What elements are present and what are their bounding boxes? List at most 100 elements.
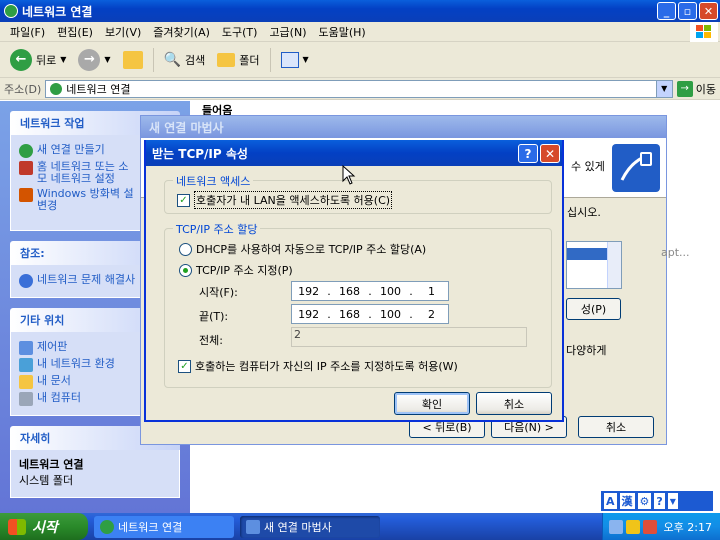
help-icon[interactable]: ? (654, 493, 665, 509)
place-label: 내 문서 (37, 374, 71, 387)
wizard-title: 새 연결 마법사 (149, 120, 224, 135)
system-tray: 오후 2:17 (602, 513, 720, 540)
place-label: 제어판 (37, 340, 68, 353)
place-label: 내 네트워크 환경 (37, 357, 115, 370)
network-tray-icon[interactable] (608, 519, 623, 534)
menu-tools[interactable]: 도구(T) (216, 24, 264, 40)
details-name: 네트워크 연결 (19, 458, 84, 471)
address-dropdown-icon[interactable]: ▼ (655, 80, 672, 97)
wizard-cancel-button[interactable]: 취소 (578, 416, 654, 438)
explorer-title-bar[interactable]: 네트워크 연결 _ ▫ ✕ (0, 0, 720, 22)
info-icon (19, 274, 33, 288)
computer-icon (19, 392, 33, 406)
taskbar-item-new-connection-wizard[interactable]: 새 연결 마법사 (240, 516, 380, 538)
start-ip-octet-3[interactable]: 100 (374, 285, 407, 298)
wizard-list-scrollbar[interactable] (607, 242, 621, 288)
task-label: 홈 네트워크 또는 소 모 네트워크 설정 (37, 160, 129, 185)
cancel-button[interactable]: 취소 (476, 392, 552, 415)
go-button[interactable]: → 이동 (676, 80, 716, 97)
menu-advanced[interactable]: 고급(N) (263, 24, 312, 40)
start-ip-field[interactable]: 192. 168. 100. 1 (291, 281, 449, 301)
up-folder-button[interactable] (119, 49, 147, 71)
views-button[interactable]: ▼ (277, 50, 313, 70)
control-panel-icon (19, 341, 33, 355)
allow-caller-checkbox-row[interactable]: ✓ 호출자가 내 LAN을 액세스하도록 허용(C) (177, 191, 393, 209)
forward-dropdown-icon[interactable]: ▼ (104, 55, 110, 64)
taskbar: 시작 네트워크 연결 새 연결 마법사 오후 2:17 (0, 513, 720, 540)
start-label: 시작(F): (199, 286, 238, 299)
taskbar-item-label: 네트워크 연결 (118, 521, 183, 534)
menu-view[interactable]: 보기(V) (99, 24, 147, 40)
wizard-text-fragment: 수 있게 (571, 160, 605, 173)
menu-favorites[interactable]: 즐겨찾기(A) (147, 24, 216, 40)
hanja-button[interactable]: 漢 (619, 493, 635, 509)
wizard-properties-button[interactable]: 성(P) (566, 298, 621, 320)
folders-button[interactable]: 폴더 (213, 50, 263, 70)
specify-radio[interactable] (179, 263, 192, 277)
maximize-button[interactable]: ▫ (678, 2, 697, 20)
toolbar: ← 뒤로 ▼ → ▼ 🔍 검색 폴더 ▼ (0, 42, 720, 78)
end-ip-octet-2[interactable]: 168 (333, 308, 366, 321)
security-alert-icon[interactable] (642, 519, 657, 534)
end-ip-octet-4[interactable]: 2 (415, 308, 448, 321)
menu-edit[interactable]: 편집(E) (51, 24, 99, 40)
back-arrow-icon: ← (10, 48, 32, 71)
search-button[interactable]: 🔍 검색 (160, 50, 210, 70)
forward-button[interactable]: → ▼ (74, 47, 114, 73)
address-label: 주소(D) (4, 82, 42, 96)
ime-settings-icon[interactable]: ⚙ (637, 493, 652, 509)
total-field: 2 (291, 327, 527, 347)
help-button[interactable]: ? (518, 144, 538, 163)
security-shield-icon[interactable] (625, 519, 640, 534)
taskbar-item-network-connections[interactable]: 네트워크 연결 (94, 516, 234, 538)
dialog-close-button[interactable]: ✕ (540, 144, 560, 163)
wizard-network-icon (612, 144, 660, 192)
input-mode-button[interactable]: A (604, 493, 617, 509)
close-button[interactable]: ✕ (699, 2, 718, 20)
forward-arrow-icon: → (78, 48, 101, 71)
end-ip-octet-1[interactable]: 192 (292, 308, 325, 321)
wizard-title-bar[interactable]: 새 연결 마법사 (141, 116, 666, 138)
allow-caller-checkbox[interactable]: ✓ (177, 193, 190, 207)
views-icon (280, 51, 299, 68)
windows-logo-icon (690, 22, 718, 42)
specify-radio-row[interactable]: TCP/IP 주소 지정(P) (179, 262, 293, 278)
back-label: 뒤로 (36, 53, 57, 67)
start-ip-octet-2[interactable]: 168 (333, 285, 366, 298)
ok-button[interactable]: 확인 (394, 392, 470, 415)
link-label: 네트워크 문제 해결사 (37, 273, 136, 286)
folder-icon (217, 52, 236, 67)
start-ip-octet-1[interactable]: 192 (292, 285, 325, 298)
windows-flag-icon (8, 518, 26, 535)
total-label: 전체: (199, 334, 223, 347)
tcpip-title: 받는 TCP/IP 속성 (152, 146, 248, 161)
end-label: 끝(T): (199, 310, 229, 323)
wizard-listbox[interactable] (566, 241, 622, 289)
address-bar: 주소(D) 네트워크 연결 ▼ → 이동 (0, 78, 720, 100)
allow-own-ip-checkbox-row[interactable]: ✓ 호출하는 컴퓨터가 자신의 IP 주소를 지정하도록 허용(W) (178, 358, 458, 374)
menu-help[interactable]: 도움말(H) (313, 24, 372, 40)
minimize-button[interactable]: _ (657, 2, 676, 20)
langbar-options-icon[interactable]: ▼ (667, 493, 678, 509)
network-places-icon (19, 358, 33, 372)
wizard-icon (246, 520, 260, 534)
back-dropdown-icon[interactable]: ▼ (60, 55, 66, 64)
clock[interactable]: 오후 2:17 (664, 519, 712, 535)
end-ip-octet-3[interactable]: 100 (374, 308, 407, 321)
wizard-text-fragment: apt... (661, 246, 690, 259)
allow-own-ip-checkbox[interactable]: ✓ (178, 359, 191, 373)
dhcp-radio[interactable] (179, 242, 192, 256)
menu-bar: 파일(F) 편집(E) 보기(V) 즐겨찾기(A) 도구(T) 고급(N) 도움… (0, 22, 720, 42)
address-input[interactable]: 네트워크 연결 ▼ (45, 79, 673, 98)
specify-label: TCP/IP 주소 지정(P) (196, 264, 293, 277)
dhcp-radio-row[interactable]: DHCP를 사용하여 자동으로 TCP/IP 주소 할당(A) (179, 241, 426, 257)
tcpip-title-bar[interactable]: 받는 TCP/IP 속성 ? ✕ (146, 140, 562, 166)
taskbar-item-label: 새 연결 마법사 (264, 521, 332, 534)
views-dropdown-icon[interactable]: ▼ (303, 55, 309, 64)
end-ip-field[interactable]: 192. 168. 100. 2 (291, 304, 449, 324)
menu-file[interactable]: 파일(F) (4, 24, 51, 40)
start-button[interactable]: 시작 (0, 513, 88, 540)
start-ip-octet-4[interactable]: 1 (415, 285, 448, 298)
firewall-icon (19, 188, 33, 202)
back-button[interactable]: ← 뒤로 ▼ (6, 47, 70, 73)
